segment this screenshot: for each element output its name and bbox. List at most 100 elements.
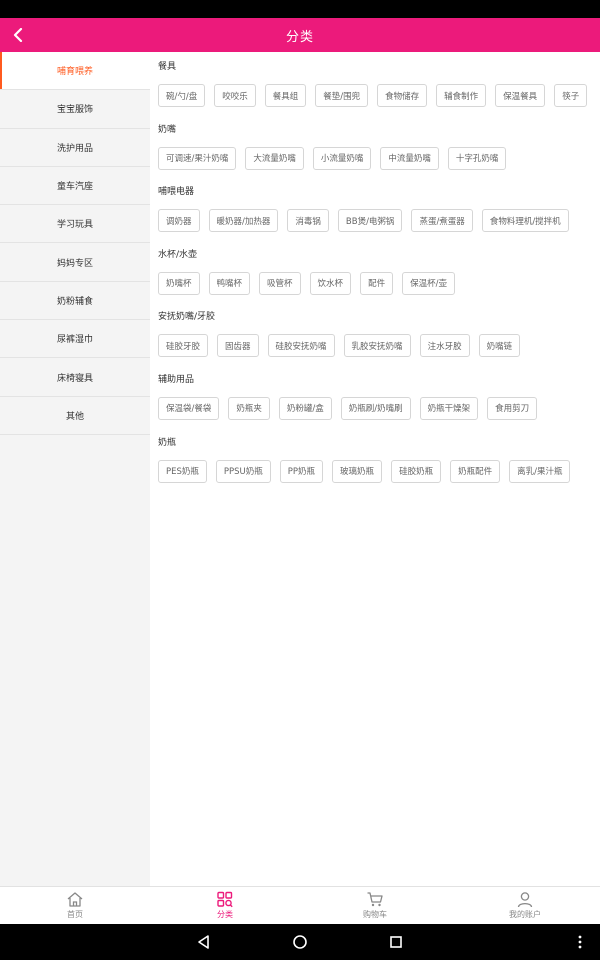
- bottom-tabbar: 首页 分类 购物车 我的账户: [0, 886, 600, 924]
- tab-home-label: 首页: [67, 910, 83, 919]
- subcategory-tag[interactable]: 硅胶奶瓶: [391, 459, 442, 483]
- tab-category[interactable]: 分类: [150, 887, 300, 924]
- subcategory-tag[interactable]: 咬咬乐: [214, 84, 256, 107]
- subcategory-tag[interactable]: 饮水杯: [309, 271, 352, 295]
- subcategory-tag[interactable]: 保温餐具: [495, 84, 546, 107]
- subcategory-tag[interactable]: 十字孔奶嘴: [447, 146, 507, 170]
- subcategory-tag[interactable]: 固齿器: [217, 334, 259, 358]
- subcategory-tag[interactable]: 筷子: [554, 84, 588, 107]
- subcategory-section: 奶瓶 PES奶瓶 PPSU奶瓶 PP奶瓶 玻璃奶瓶 硅胶奶瓶 奶瓶配件 离乳/果汁瓶: [158, 435, 600, 491]
- subcategory-tag[interactable]: 可调速/果汁奶嘴: [158, 146, 237, 170]
- subcategory-tag[interactable]: PP奶瓶: [279, 459, 324, 483]
- system-nav-bar: [0, 924, 600, 960]
- subcategory-tag[interactable]: 保温杯/壶: [402, 271, 455, 295]
- chevron-left-icon: [13, 28, 23, 42]
- nav-home-button[interactable]: [290, 932, 310, 952]
- status-bar: [0, 0, 600, 18]
- subcategory-tag[interactable]: 奶瓶干燥架: [419, 396, 479, 420]
- subcategory-tag[interactable]: 中流量奶嘴: [380, 146, 439, 170]
- section-title: 奶嘴: [158, 124, 177, 135]
- subcategory-tag[interactable]: 小流量奶嘴: [312, 146, 372, 170]
- subcategory-tag[interactable]: 食物储存: [377, 84, 428, 107]
- subcategory-content: 餐具碗/勺/盘 咬咬乐 餐具组 餐垫/围兜 食物储存 辅食制作 保温餐具 筷子奶嘴可调速/果汁…: [150, 52, 600, 886]
- subcategory-tag[interactable]: 碗/勺/盘: [158, 84, 206, 107]
- tag-list: 碗/勺/盘 咬咬乐 餐具组 餐垫/围兜 食物储存 辅食制作 保温餐具 筷子: [158, 84, 600, 107]
- tag-list: 调奶器 暖奶器/加热器 消毒锅 BB煲/电粥锅 蒸蛋/煮蛋器 食物料理机/搅拌机: [158, 209, 600, 233]
- subcategory-tag[interactable]: 辅食制作: [436, 84, 487, 107]
- subcategory-tag[interactable]: 大流量奶嘴: [245, 146, 304, 170]
- subcategory-tag[interactable]: 餐垫/围兜: [315, 84, 369, 107]
- sidebar-item[interactable]: 洗护用品: [0, 129, 150, 167]
- subcategory-tag[interactable]: 硅胶牙胶: [158, 334, 209, 358]
- account-icon: [517, 892, 533, 908]
- sidebar-item[interactable]: 尿裤湿巾: [0, 320, 150, 359]
- nav-recents-button[interactable]: [386, 932, 406, 952]
- cart-icon: [367, 892, 383, 907]
- sidebar-item[interactable]: 妈妈专区: [0, 243, 150, 282]
- subcategory-tag[interactable]: 食用剪刀: [487, 396, 538, 420]
- section-title: 餐具: [158, 62, 177, 72]
- subcategory-tag[interactable]: 餐具组: [264, 84, 307, 107]
- subcategory-tag[interactable]: 乳胶安抚奶嘴: [343, 334, 411, 358]
- subcategory-section: 奶嘴可调速/果汁奶嘴 大流量奶嘴 小流量奶嘴 中流量奶嘴 十字孔奶嘴: [158, 122, 600, 178]
- nav-back-button[interactable]: [194, 932, 214, 952]
- section-title: 水杯/水壶: [158, 249, 198, 260]
- subcategory-tag[interactable]: 鸭嘴杯: [208, 271, 251, 295]
- back-button[interactable]: [6, 18, 30, 52]
- subcategory-tag[interactable]: BB煲/电粥锅: [337, 209, 403, 233]
- subcategory-tag[interactable]: 离乳/果汁瓶: [509, 459, 571, 483]
- subcategory-tag[interactable]: PES奶瓶: [158, 459, 207, 483]
- page-title: 分类: [285, 29, 314, 45]
- tag-list: 奶嘴杯 鸭嘴杯 吸管杯 饮水杯 配件 保温杯/壶: [158, 271, 600, 295]
- subcategory-tag[interactable]: 奶嘴链: [478, 334, 521, 358]
- tab-cart[interactable]: 购物车: [300, 887, 450, 924]
- tab-account[interactable]: 我的账户: [450, 887, 600, 924]
- sidebar-item[interactable]: 宝宝服饰: [0, 90, 150, 129]
- subcategory-section: 哺喂电器调奶器 暖奶器/加热器 消毒锅 BB煲/电粥锅 蒸蛋/煮蛋器 食物料理机/搅拌机: [158, 184, 600, 240]
- subcategory-tag[interactable]: 食物料理机/搅拌机: [481, 209, 569, 233]
- subcategory-tag[interactable]: 调奶器: [158, 209, 200, 233]
- subcategory-tag[interactable]: PPSU奶瓶: [215, 459, 271, 483]
- subcategory-tag[interactable]: 奶粉罐/盒: [278, 396, 332, 420]
- subcategory-tag[interactable]: 配件: [360, 271, 394, 295]
- circle-home-icon: [293, 935, 307, 949]
- subcategory-tag[interactable]: 蒸蛋/煮蛋器: [411, 209, 473, 233]
- more-vertical-icon: [578, 935, 582, 949]
- subcategory-tag[interactable]: 硅胶安抚奶嘴: [267, 334, 335, 358]
- sidebar-item[interactable]: 奶粉辅食: [0, 282, 150, 321]
- home-icon: [67, 892, 83, 907]
- sidebar-item[interactable]: 童车汽座: [0, 167, 150, 206]
- square-recents-icon: [390, 936, 402, 948]
- subcategory-tag[interactable]: 注水牙胶: [419, 334, 470, 358]
- tag-list: 硅胶牙胶 固齿器 硅胶安抚奶嘴 乳胶安抚奶嘴 注水牙胶 奶嘴链: [158, 334, 600, 358]
- subcategory-tag[interactable]: 奶瓶刷/奶嘴刷: [340, 396, 411, 420]
- tab-account-label: 我的账户: [509, 910, 541, 919]
- sidebar-item[interactable]: 其他: [0, 397, 150, 435]
- section-title: 哺喂电器: [158, 187, 195, 198]
- tag-list: 保温袋/餐袋 奶瓶夹 奶粉罐/盒 奶瓶刷/奶嘴刷 奶瓶干燥架 食用剪刀: [158, 396, 600, 420]
- subcategory-tag[interactable]: 吸管杯: [259, 271, 301, 295]
- subcategory-tag[interactable]: 奶瓶配件: [450, 459, 501, 483]
- subcategory-section: 安抚奶嘴/牙胶 硅胶牙胶 固齿器 硅胶安抚奶嘴 乳胶安抚奶嘴 注水牙胶 奶嘴链: [158, 309, 600, 365]
- subcategory-tag[interactable]: 暖奶器/加热器: [208, 209, 279, 233]
- subcategory-tag[interactable]: 奶瓶夹: [228, 396, 270, 420]
- tab-home[interactable]: 首页: [0, 887, 150, 924]
- tag-list: PES奶瓶 PPSU奶瓶 PP奶瓶 玻璃奶瓶 硅胶奶瓶 奶瓶配件 离乳/果汁瓶: [158, 459, 600, 483]
- subcategory-section: 水杯/水壶奶嘴杯 鸭嘴杯 吸管杯 饮水杯 配件 保温杯/壶: [158, 247, 600, 303]
- category-sidebar: 哺育喂养 宝宝服饰 洗护用品 童车汽座 学习玩具 妈妈专区 奶粉辅食 尿裤湿巾 床椅寝具 其他: [0, 52, 150, 886]
- subcategory-tag[interactable]: 玻璃奶瓶: [332, 459, 383, 483]
- sidebar-item[interactable]: 学习玩具: [0, 205, 150, 244]
- subcategory-tag[interactable]: 奶嘴杯: [158, 271, 200, 295]
- tab-category-label: 分类: [217, 910, 233, 919]
- subcategory-section: 辅助用品 保温袋/餐袋 奶瓶夹 奶粉罐/盒 奶瓶刷/奶嘴刷 奶瓶干燥架 食用剪刀: [158, 372, 600, 428]
- app-header: 分类: [0, 18, 600, 52]
- triangle-back-icon: [198, 935, 209, 949]
- subcategory-tag[interactable]: 保温袋/餐袋: [158, 396, 220, 420]
- sidebar-item[interactable]: 哺育喂养: [0, 52, 150, 91]
- subcategory-tag[interactable]: 消毒锅: [287, 209, 329, 233]
- sidebar-item[interactable]: 床椅寝具: [0, 358, 150, 397]
- nav-menu-button[interactable]: [570, 932, 590, 952]
- section-title: 奶瓶: [158, 437, 177, 448]
- subcategory-section: 餐具碗/勺/盘 咬咬乐 餐具组 餐垫/围兜 食物储存 辅食制作 保温餐具 筷子: [158, 59, 600, 115]
- tab-cart-label: 购物车: [363, 910, 387, 919]
